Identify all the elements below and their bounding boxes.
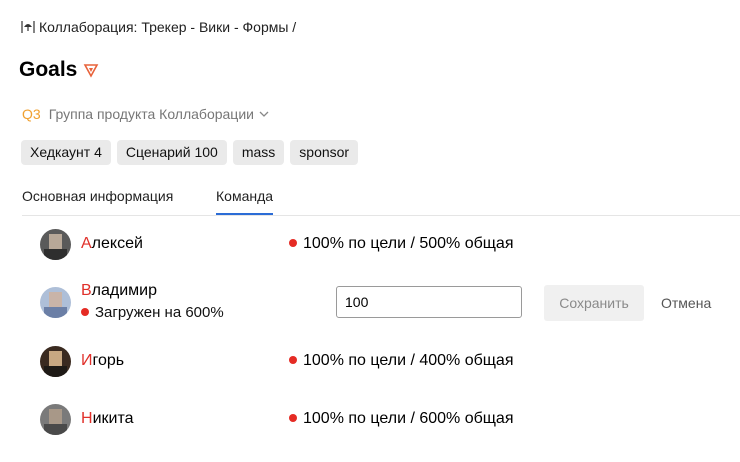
quarter-label[interactable]: Q3	[22, 106, 41, 122]
save-button[interactable]: Сохранить	[544, 285, 644, 321]
member-load: Загружен на 600%	[81, 304, 224, 321]
tag[interactable]: mass	[232, 140, 285, 165]
avatar[interactable]	[40, 229, 71, 260]
breadcrumb-text[interactable]: Коллаборация: Трекер - Вики - Формы /	[39, 19, 296, 35]
team-member-row: Игорь	[40, 346, 124, 377]
tab-team[interactable]: Команда	[216, 188, 274, 215]
avatar[interactable]	[40, 346, 71, 377]
member-allocation: 100% по цели / 400% общая	[289, 352, 514, 370]
member-name[interactable]: Игорь	[81, 352, 124, 370]
team-member-row: Алексей	[40, 229, 143, 260]
status-dot	[289, 239, 297, 247]
allocation-input[interactable]	[336, 286, 522, 318]
page-title: Goals	[19, 58, 78, 81]
member-name[interactable]: Никита	[81, 410, 133, 428]
status-dot	[289, 414, 297, 422]
team-member-row: Никита	[40, 404, 133, 435]
member-name[interactable]: Алексей	[81, 235, 143, 253]
priority-triangle-icon[interactable]	[83, 62, 99, 78]
breadcrumb[interactable]: Коллаборация: Трекер - Вики - Формы /	[21, 19, 296, 35]
tag[interactable]: Хедкаунт 4	[21, 140, 111, 165]
umbrella-icon	[21, 19, 35, 35]
avatar[interactable]	[40, 287, 71, 318]
team-member-row: Владимир Загружен на 600%	[40, 282, 224, 321]
title-row: Goals	[19, 58, 99, 82]
tag[interactable]: sponsor	[290, 140, 359, 165]
goal-meta: Q3 Группа продукта Коллаборации	[22, 106, 270, 122]
avatar[interactable]	[40, 404, 71, 435]
status-dot	[81, 308, 89, 316]
member-allocation: 100% по цели / 500% общая	[289, 235, 514, 253]
status-dot	[289, 356, 297, 364]
cancel-button[interactable]: Отмена	[652, 285, 720, 321]
chevron-down-icon	[258, 108, 270, 120]
group-selector[interactable]: Группа продукта Коллаборации	[49, 106, 270, 122]
tab-main-info[interactable]: Основная информация	[22, 188, 173, 213]
tab-bar: Основная информация Команда	[22, 186, 740, 216]
tag[interactable]: Сценарий 100	[116, 140, 227, 165]
group-label: Группа продукта Коллаборации	[48, 106, 254, 122]
member-allocation: 100% по цели / 600% общая	[289, 410, 514, 428]
member-name[interactable]: Владимир	[81, 282, 157, 300]
tag-list: Хедкаунт 4 Сценарий 100 mass sponsor	[21, 140, 359, 165]
